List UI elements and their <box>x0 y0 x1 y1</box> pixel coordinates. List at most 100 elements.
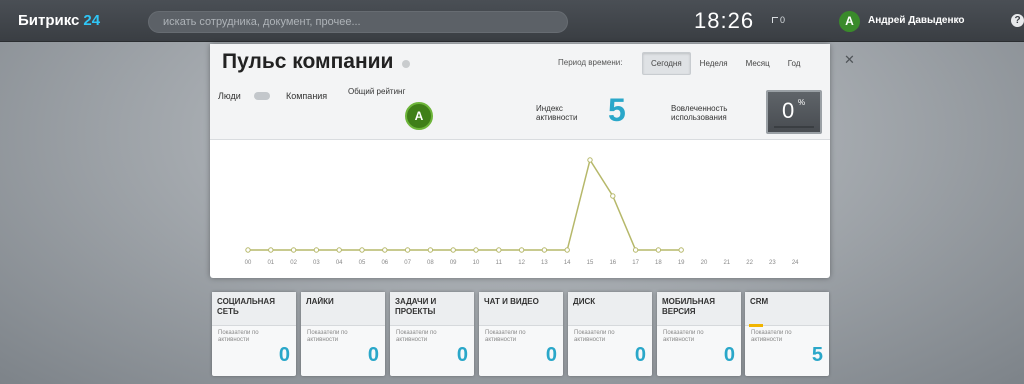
card-subtitle: Показатели по активности <box>663 330 704 343</box>
tab-month[interactable]: Месяц <box>737 52 779 75</box>
card-header: Мобильная версия <box>657 292 741 326</box>
x-tick-label: 03 <box>313 260 320 266</box>
user-name[interactable]: Андрей Давыденко <box>868 15 965 26</box>
panel-header: Пульс компании Период времени: Сегодня Н… <box>210 44 830 140</box>
data-point[interactable] <box>313 247 320 253</box>
card-header: Чат и видео <box>479 292 563 326</box>
card-title: Социальная сеть <box>217 297 275 316</box>
card-header: Социальная сеть <box>212 292 296 326</box>
x-tick-label: 22 <box>746 260 753 266</box>
data-point[interactable] <box>290 247 297 253</box>
data-point[interactable] <box>450 247 456 253</box>
data-point[interactable] <box>564 247 570 253</box>
data-point[interactable] <box>382 247 388 253</box>
tool-card[interactable]: Мобильная версия Показатели по активности… <box>657 292 741 376</box>
x-tick-label: 09 <box>450 260 457 266</box>
x-tick-label: 13 <box>541 260 548 266</box>
x-tick-label: 17 <box>632 260 639 266</box>
data-point[interactable] <box>541 247 548 253</box>
data-point[interactable] <box>404 247 411 253</box>
data-point[interactable] <box>245 247 251 253</box>
rating-badge[interactable]: A <box>405 102 433 130</box>
card-value: 0 <box>723 344 735 366</box>
tool-card[interactable]: Чат и видео Показатели по активности 0 <box>479 292 563 376</box>
clock[interactable]: 18:26 <box>694 8 754 34</box>
card-subtitle: Показатели по активности <box>485 330 526 343</box>
x-tick-label: 02 <box>290 260 297 266</box>
flag-icon[interactable]: 0 <box>772 15 788 27</box>
card-value: 0 <box>367 344 379 366</box>
x-tick-label: 07 <box>404 260 411 266</box>
x-tick-label: 08 <box>427 260 434 266</box>
page-title: Пульс компании <box>222 50 394 73</box>
x-tick-label: 01 <box>267 260 274 266</box>
card-subtitle: Показатели по активности <box>751 330 792 343</box>
data-point[interactable] <box>632 247 639 253</box>
people-company-toggle[interactable] <box>254 92 270 100</box>
card-title: Диск <box>573 297 596 306</box>
data-point[interactable] <box>655 247 662 253</box>
activity-index-label: Индекс активности <box>536 104 578 122</box>
tool-card[interactable]: Социальная сеть Показатели по активности 0 <box>212 292 296 376</box>
activity-index-value: 5 <box>608 92 626 128</box>
activity-chart-svg: 00 01 02 03 04 05 06 07 08 09 10 11 12 13 14 15 16 17 18 19… <box>245 157 799 266</box>
x-tick-label: 12 <box>518 260 525 266</box>
brand-logo[interactable]: Битрикс 24 <box>18 12 100 29</box>
card-title: Задачи и проекты <box>395 297 437 316</box>
card-title: CRM <box>750 297 769 306</box>
tool-card[interactable]: CRM Показатели по активности 5 <box>745 292 829 376</box>
period-label: Период времени: <box>558 58 623 67</box>
card-subtitle: Показатели по активности <box>396 330 437 343</box>
x-tick-label: 15 <box>587 260 594 266</box>
activity-chart: 00 01 02 03 04 05 06 07 08 09 10 11 12 13 14 15 16 17 18 19… <box>210 144 830 274</box>
card-title: Лайки <box>306 297 334 306</box>
tool-card[interactable]: Задачи и проекты Показатели по активности… <box>390 292 474 376</box>
tab-week[interactable]: Неделя <box>691 52 737 75</box>
tab-today[interactable]: Сегодня <box>642 52 691 75</box>
x-tick-label: 16 <box>609 260 616 266</box>
user-menu-icon[interactable]: – <box>955 13 961 24</box>
involvement-bar <box>774 126 814 128</box>
x-tick-label: 23 <box>769 260 776 266</box>
brand-name: Битрикс <box>18 12 80 29</box>
series-line <box>248 158 682 251</box>
avatar[interactable]: A <box>839 11 860 32</box>
data-point[interactable] <box>473 247 479 253</box>
data-point[interactable] <box>359 247 365 253</box>
x-tick-label: 10 <box>473 260 480 266</box>
search-input[interactable]: искать сотрудника, документ, прочее... <box>148 11 568 33</box>
period-tabs: Сегодня Неделя Месяц Год <box>642 52 809 75</box>
card-header: CRM <box>745 292 829 326</box>
data-point[interactable] <box>336 247 342 253</box>
x-tick-label: 00 <box>245 260 252 266</box>
x-tick-label: 20 <box>701 260 708 266</box>
card-header: Задачи и проекты <box>390 292 474 326</box>
data-point[interactable] <box>678 247 684 253</box>
x-tick-label: 24 <box>792 260 799 266</box>
card-subtitle: Показатели по активности <box>218 330 259 343</box>
data-point[interactable] <box>518 247 525 253</box>
card-activity-bar <box>749 324 763 327</box>
x-tick-label: 14 <box>564 260 571 266</box>
close-icon[interactable]: ✕ <box>844 52 855 68</box>
tab-year[interactable]: Год <box>779 52 810 75</box>
involvement-value: 0 <box>782 98 795 123</box>
x-tick-label: 05 <box>359 260 366 266</box>
involvement-unit: % <box>798 98 806 107</box>
involvement-box[interactable]: 0 % <box>766 90 822 134</box>
data-point[interactable] <box>496 247 502 253</box>
data-point[interactable] <box>587 157 593 163</box>
card-value: 0 <box>634 344 646 366</box>
data-point[interactable] <box>610 193 616 199</box>
tool-card[interactable]: Диск Показатели по активности 0 <box>568 292 652 376</box>
card-title: Чат и видео <box>484 297 539 306</box>
help-icon[interactable]: ? <box>1011 14 1024 27</box>
rating-label: Общий рейтинг <box>348 87 406 96</box>
x-tick-label: 06 <box>381 260 388 266</box>
info-icon[interactable] <box>402 60 410 68</box>
data-point[interactable] <box>427 247 434 253</box>
tool-card[interactable]: Лайки Показатели по активности 0 <box>301 292 385 376</box>
card-title: Мобильная версия <box>662 297 716 316</box>
company-label: Компания <box>286 91 328 101</box>
data-point[interactable] <box>268 247 274 253</box>
